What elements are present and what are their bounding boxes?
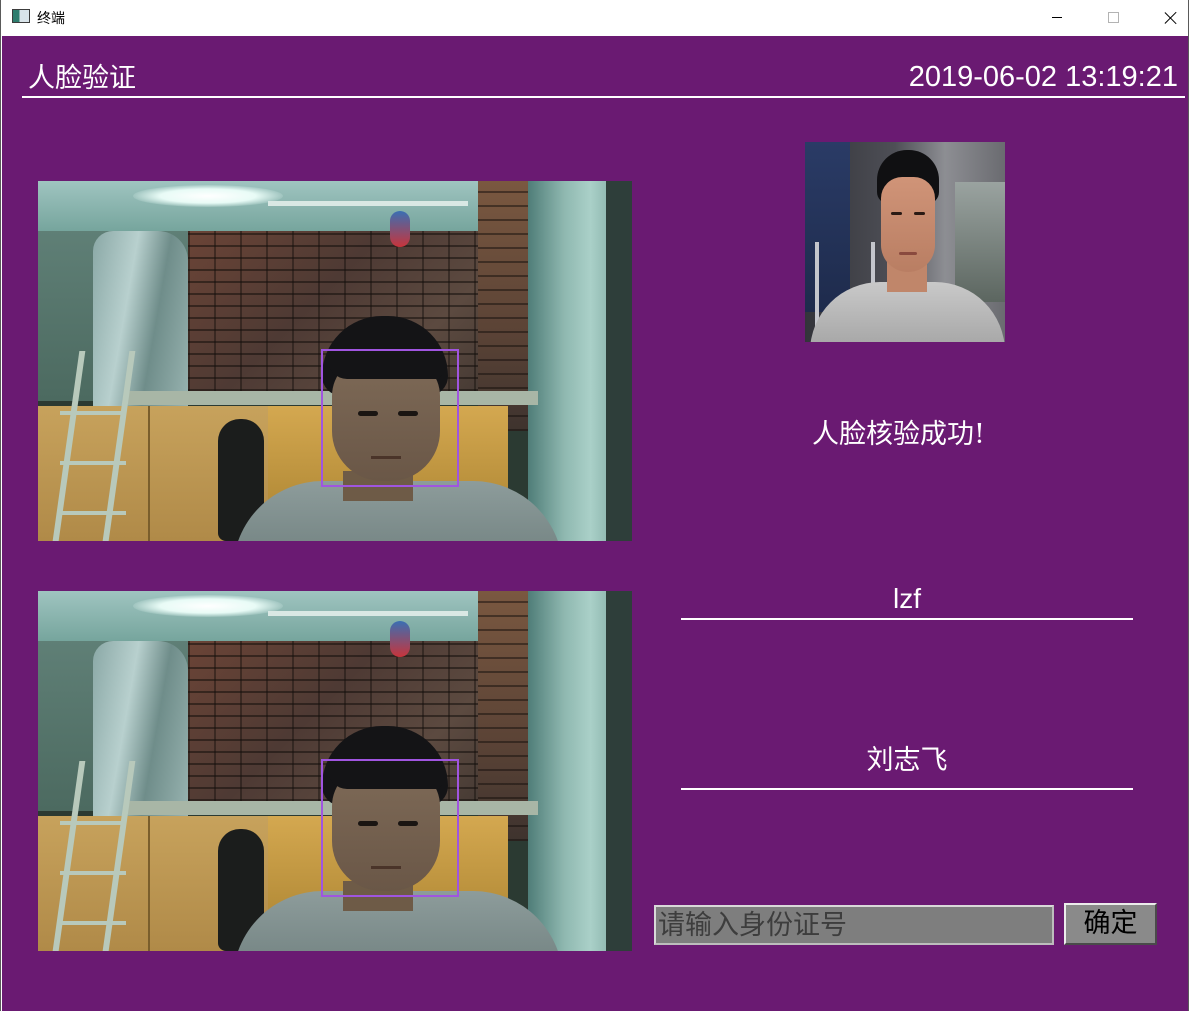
datetime-display: 2019-06-02 13:19:21 (908, 61, 1178, 93)
page-title: 人脸验证 (28, 63, 136, 94)
minimize-button[interactable] (1034, 0, 1080, 35)
close-button[interactable] (1148, 0, 1189, 35)
live-camera-feed (38, 181, 632, 541)
close-icon (1164, 11, 1178, 25)
registered-face-photo (805, 142, 1005, 342)
name-underline (681, 788, 1133, 790)
captured-frame (38, 591, 632, 951)
face-detection-box (321, 759, 459, 897)
title-bar: 终端 (1, 0, 1188, 35)
id-number-input[interactable] (654, 905, 1054, 945)
verification-status: 人脸核验成功! (812, 419, 985, 450)
username-value: lzf (893, 583, 921, 614)
app-window: 终端 人脸验证 2019-06-02 13:19:21 人脸核验成功! lzf … (0, 0, 1189, 1011)
app-icon (12, 9, 30, 23)
confirm-button[interactable]: 确定 (1064, 903, 1157, 945)
maximize-icon (1107, 12, 1119, 23)
main-panel: 人脸验证 2019-06-02 13:19:21 人脸核验成功! lzf 刘志飞… (2, 36, 1188, 1011)
maximize-button[interactable] (1090, 0, 1136, 35)
window-title: 终端 (37, 11, 65, 27)
name-value: 刘志飞 (866, 745, 948, 776)
header-divider (22, 96, 1185, 98)
minimize-icon (1052, 17, 1062, 18)
username-underline (681, 618, 1133, 620)
face-detection-box (321, 349, 459, 487)
